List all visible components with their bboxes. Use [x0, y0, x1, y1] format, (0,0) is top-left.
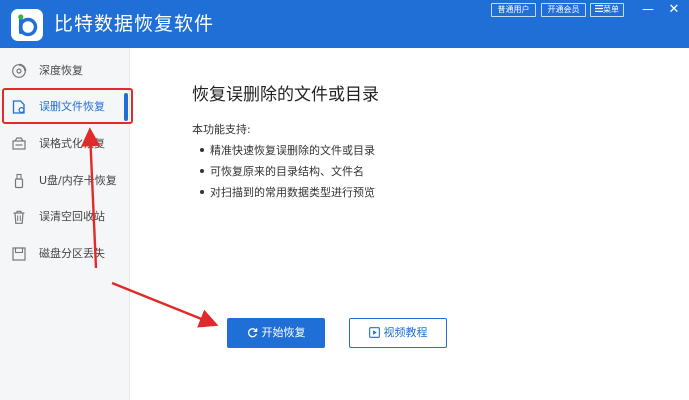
minimize-button[interactable]: —	[638, 1, 658, 18]
feature-text: 可恢复原来的目录结构、文件名	[210, 165, 364, 178]
refresh-icon	[247, 327, 257, 337]
start-recovery-button[interactable]: 开始恢复	[227, 318, 325, 348]
feature-text: 对扫描到的常用数据类型进行预览	[210, 186, 375, 199]
sidebar-item-label: 磁盘分区丢失	[39, 247, 105, 260]
video-play-icon	[368, 326, 380, 338]
page-title: 恢复误删除的文件或目录	[192, 85, 379, 105]
sidebar-item-usb-card-recovery[interactable]: U盘/内存卡恢复	[0, 165, 130, 197]
sidebar-item-label: 误清空回收站	[39, 210, 105, 223]
usb-drive-icon	[14, 173, 24, 189]
feature-text: 精准快速恢复误删除的文件或目录	[210, 144, 375, 157]
app-title: 比特数据恢复软件	[54, 13, 215, 35]
normal-user-button[interactable]: 普通用户	[491, 3, 536, 17]
title-bar: 比特数据恢复软件 普通用户 开通会员 菜单 — ✕	[0, 0, 689, 48]
open-vip-button[interactable]: 开通会员	[541, 3, 586, 17]
sidebar-item-recycle-bin[interactable]: 误清空回收站	[0, 201, 130, 233]
disk-partition-icon	[12, 247, 26, 261]
start-recovery-label: 开始恢复	[261, 326, 306, 339]
disc-scan-icon	[12, 63, 27, 78]
recycle-bin-icon	[13, 210, 25, 224]
video-tutorial-label: 视频教程	[383, 326, 428, 339]
menu-button[interactable]: 菜单	[590, 3, 624, 17]
bullet-icon	[200, 148, 204, 152]
bullet-icon	[200, 190, 204, 194]
close-button[interactable]: ✕	[664, 1, 684, 18]
feature-item: 可恢复原来的目录结构、文件名	[200, 164, 364, 179]
format-drive-icon	[12, 137, 26, 150]
bullet-icon	[200, 169, 204, 173]
app-logo-icon	[18, 14, 38, 37]
annotation-highlight-box	[2, 88, 133, 124]
app-logo	[11, 9, 43, 41]
sidebar-item-deep-recovery[interactable]: 深度恢复	[0, 55, 130, 87]
sidebar-item-label: U盘/内存卡恢复	[39, 174, 117, 187]
sidebar-item-label: 深度恢复	[39, 64, 83, 77]
video-tutorial-button[interactable]: 视频教程	[349, 318, 447, 348]
sidebar-item-format-recovery[interactable]: 误格式化恢复	[0, 128, 130, 160]
hamburger-icon	[595, 5, 603, 12]
sidebar-item-label: 误格式化恢复	[39, 137, 105, 150]
feature-item: 对扫描到的常用数据类型进行预览	[200, 185, 375, 200]
feature-item: 精准快速恢复误删除的文件或目录	[200, 143, 375, 158]
support-label: 本功能支持:	[192, 123, 251, 136]
menu-label: 菜单	[603, 5, 619, 14]
sidebar-item-partition-lost[interactable]: 磁盘分区丢失	[0, 238, 130, 270]
